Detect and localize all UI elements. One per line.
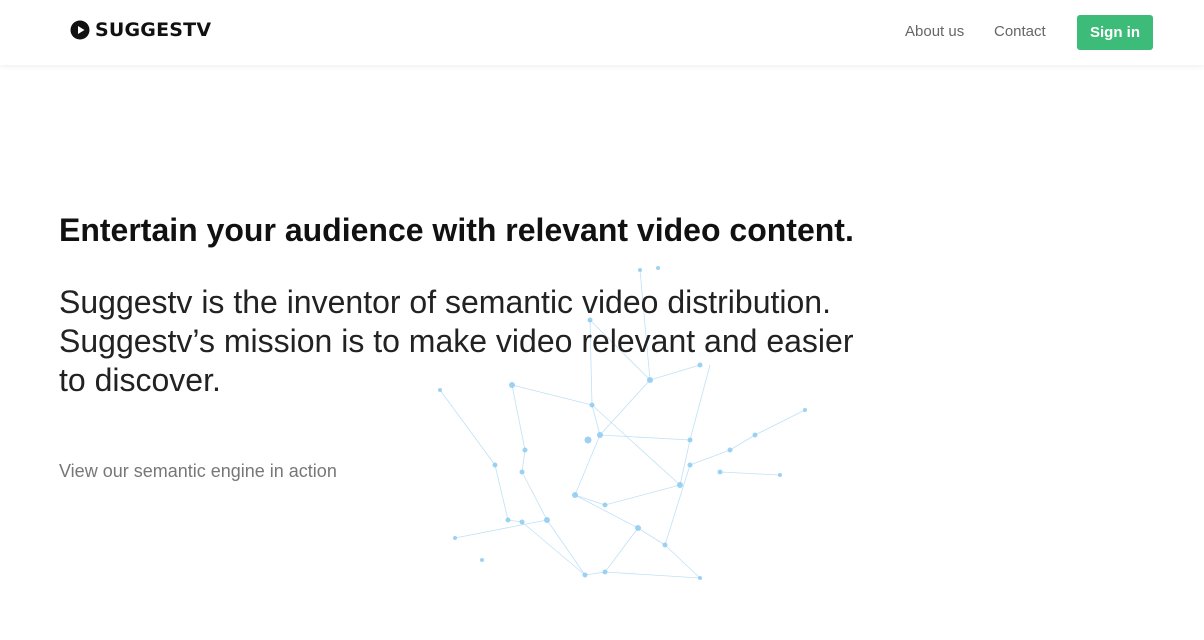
sign-in-button[interactable]: Sign in <box>1077 15 1153 50</box>
hero-lead: Suggestv is the inventor of semantic vid… <box>59 284 854 398</box>
semantic-engine-demo-link[interactable]: View our semantic engine in action <box>59 461 337 482</box>
play-circle-icon <box>70 20 90 40</box>
hero-headline: Entertain your audience with relevant vi… <box>59 212 854 248</box>
logo-link[interactable]: SUGGESTV <box>70 19 211 41</box>
nav-contact-link[interactable]: Contact <box>994 23 1046 40</box>
nav-about-link[interactable]: About us <box>905 23 964 40</box>
logo-text: SUGGESTV <box>95 19 212 41</box>
site-header: SUGGESTV About us Contact Sign in <box>0 0 1204 65</box>
